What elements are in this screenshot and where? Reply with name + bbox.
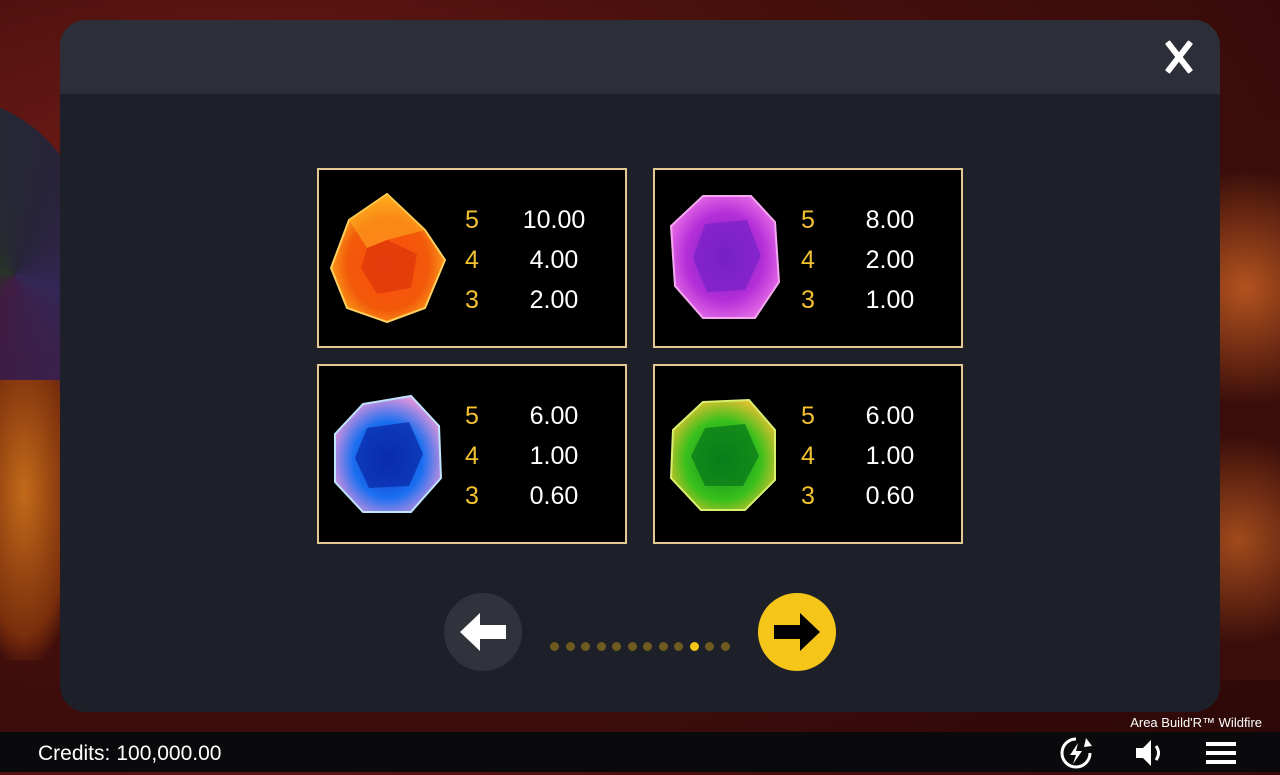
page-dot bbox=[643, 642, 652, 651]
paytable-card-purple: 5 8.00 4 2.00 3 1.00 bbox=[653, 168, 963, 348]
purple-gem-icon bbox=[669, 195, 781, 319]
credits-value: 100,000.00 bbox=[116, 742, 222, 765]
payout-row: 4 4.00 bbox=[459, 240, 599, 280]
background-coins bbox=[1210, 120, 1280, 680]
payout-list: 5 10.00 4 4.00 3 2.00 bbox=[459, 200, 599, 320]
symbol-count: 4 bbox=[801, 246, 815, 274]
page-dot bbox=[550, 642, 559, 651]
payout-list: 5 8.00 4 2.00 3 1.00 bbox=[795, 200, 935, 320]
page-dot bbox=[658, 642, 668, 651]
turbo-button[interactable] bbox=[1058, 736, 1094, 770]
payout-value: 6.00 bbox=[865, 402, 915, 430]
sound-button[interactable] bbox=[1132, 736, 1168, 770]
payout-row: 3 2.00 bbox=[459, 280, 599, 320]
payout-value: 1.00 bbox=[865, 442, 915, 470]
paytable-card-green: 5 6.00 4 1.00 3 0.60 bbox=[653, 364, 963, 544]
payout-row: 4 1.00 bbox=[459, 436, 599, 476]
green-gem-icon bbox=[669, 398, 776, 511]
page-dot bbox=[674, 642, 683, 651]
page-dot-active bbox=[689, 642, 699, 651]
page-dot bbox=[705, 642, 714, 651]
symbol-count: 5 bbox=[465, 206, 479, 234]
previous-page-button[interactable] bbox=[444, 593, 522, 671]
payout-row: 5 6.00 bbox=[459, 396, 599, 436]
paytable-card-blue: 5 6.00 4 1.00 3 0.60 bbox=[317, 364, 627, 544]
paytable-card-orange: 5 10.00 4 4.00 3 2.00 bbox=[317, 168, 627, 348]
symbol-count: 5 bbox=[465, 402, 479, 430]
payout-row: 5 8.00 bbox=[795, 200, 935, 240]
payout-value: 2.00 bbox=[865, 246, 915, 274]
symbol-count: 3 bbox=[465, 286, 479, 314]
credits-display: Credits: 100,000.00 bbox=[38, 742, 221, 766]
arrow-right-icon bbox=[774, 613, 820, 651]
next-page-button[interactable] bbox=[758, 593, 836, 671]
turbo-icon bbox=[1060, 737, 1092, 769]
menu-icon bbox=[1206, 742, 1236, 764]
menu-button[interactable] bbox=[1204, 736, 1240, 770]
credits-label: Credits: bbox=[38, 742, 111, 765]
payout-list: 5 6.00 4 1.00 3 0.60 bbox=[459, 396, 599, 516]
payout-value: 8.00 bbox=[865, 206, 915, 234]
symbol-count: 3 bbox=[465, 482, 479, 510]
payout-list: 5 6.00 4 1.00 3 0.60 bbox=[795, 396, 935, 516]
paytable-modal: X 510.00 44.00 32.00 bbox=[60, 20, 1220, 712]
symbol-count: 3 bbox=[801, 482, 815, 510]
symbol-count: 4 bbox=[465, 246, 479, 274]
payout-value: 0.60 bbox=[865, 482, 915, 510]
payout-value: 4.00 bbox=[529, 246, 579, 274]
payout-row: 4 1.00 bbox=[795, 436, 935, 476]
payout-row: 5 10.00 bbox=[459, 200, 599, 240]
payout-value: 2.00 bbox=[529, 286, 579, 314]
payout-row: 4 2.00 bbox=[795, 240, 935, 280]
blue-gem-icon bbox=[334, 394, 443, 513]
symbol-count: 3 bbox=[801, 286, 815, 314]
payout-row: 5 6.00 bbox=[795, 396, 935, 436]
game-title: Area Build'R™ Wildfire bbox=[1130, 715, 1262, 730]
symbol-count: 5 bbox=[801, 206, 815, 234]
orange-gem-icon bbox=[329, 192, 447, 324]
page-dot bbox=[612, 642, 621, 651]
payout-row: 3 0.60 bbox=[795, 476, 935, 516]
page-dot bbox=[596, 642, 606, 651]
page-dot bbox=[581, 642, 590, 651]
close-button[interactable] bbox=[1160, 38, 1198, 76]
arrow-left-icon bbox=[460, 613, 506, 651]
page-dot bbox=[565, 642, 575, 651]
symbol-count: 4 bbox=[465, 442, 479, 470]
sound-icon bbox=[1136, 740, 1160, 766]
page-dot bbox=[720, 642, 730, 651]
modal-header bbox=[60, 20, 1220, 94]
payout-row: 3 1.00 bbox=[795, 280, 935, 320]
payout-value: 1.00 bbox=[865, 286, 915, 314]
symbol-count: 5 bbox=[801, 402, 815, 430]
payout-row: 3 0.60 bbox=[459, 476, 599, 516]
payout-value: 1.00 bbox=[529, 442, 579, 470]
page-dot bbox=[627, 642, 637, 651]
payout-value: 0.60 bbox=[529, 482, 579, 510]
symbol-count: 4 bbox=[801, 442, 815, 470]
payout-value: 6.00 bbox=[529, 402, 579, 430]
payout-value: 10.00 bbox=[522, 206, 586, 234]
